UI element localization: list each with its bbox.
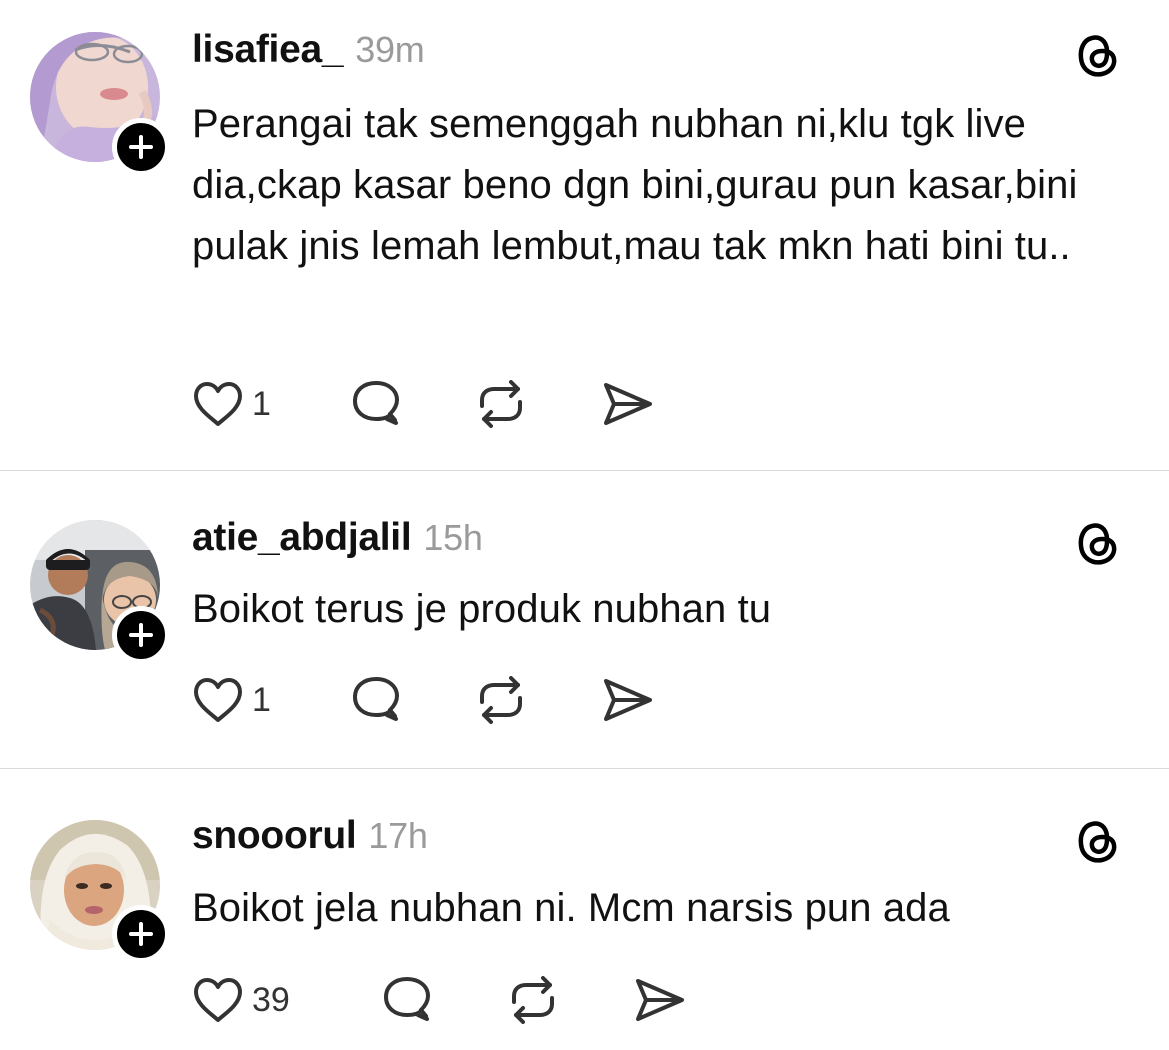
like-count: 1: [252, 384, 271, 423]
plus-icon: [129, 922, 153, 946]
repost-button[interactable]: [506, 976, 560, 1024]
comment-bubble-icon: [353, 677, 399, 721]
heart-icon: [194, 382, 242, 426]
post-divider: [0, 768, 1169, 769]
follow-button[interactable]: [112, 905, 170, 963]
reply-button[interactable]: [349, 380, 403, 428]
comment-bubble-icon: [353, 381, 399, 425]
threads-logo-icon[interactable]: [1072, 516, 1122, 568]
timestamp: 39m: [355, 29, 425, 70]
repost-icon: [480, 380, 522, 428]
repost-icon: [480, 676, 522, 724]
send-icon: [604, 383, 652, 425]
timestamp: 17h: [368, 815, 428, 856]
follow-button[interactable]: [112, 606, 170, 664]
post-text: Boikot jela nubhan ni. Mcm narsis pun ad…: [192, 886, 950, 930]
repost-button[interactable]: [474, 676, 528, 724]
reply-button[interactable]: [380, 976, 434, 1024]
repost-icon: [512, 976, 554, 1024]
like-button[interactable]: 39: [192, 976, 290, 1024]
send-icon: [636, 979, 684, 1021]
share-button[interactable]: [600, 380, 654, 428]
repost-button[interactable]: [474, 380, 528, 428]
like-count: 39: [252, 980, 290, 1019]
username[interactable]: snooorul: [192, 814, 357, 858]
plus-icon: [129, 135, 153, 159]
share-button[interactable]: [600, 676, 654, 724]
heart-icon: [194, 678, 242, 722]
follow-button[interactable]: [112, 118, 170, 176]
username[interactable]: atie_abdjalil: [192, 516, 412, 560]
share-button[interactable]: [632, 976, 686, 1024]
post-header: lisafiea_ 39m: [192, 28, 425, 80]
post-header: atie_abdjalil 15h: [192, 516, 483, 568]
post-divider: [0, 470, 1169, 471]
username[interactable]: lisafiea_: [192, 28, 344, 72]
like-count: 1: [252, 680, 271, 719]
reply-button[interactable]: [349, 676, 403, 724]
plus-icon: [129, 623, 153, 647]
post-header: snooorul 17h: [192, 814, 428, 866]
comment-bubble-icon: [384, 977, 430, 1021]
post-text: Boikot terus je produk nubhan tu: [192, 587, 772, 631]
post-text: Perangai tak semenggah nubhan ni,klu tgk…: [192, 102, 1078, 268]
like-button[interactable]: 1: [192, 676, 271, 724]
like-button[interactable]: 1: [192, 380, 271, 428]
send-icon: [604, 679, 652, 721]
heart-icon: [194, 978, 242, 1022]
timestamp: 15h: [423, 517, 483, 558]
threads-logo-icon[interactable]: [1072, 814, 1122, 866]
threads-logo-icon[interactable]: [1072, 28, 1122, 80]
